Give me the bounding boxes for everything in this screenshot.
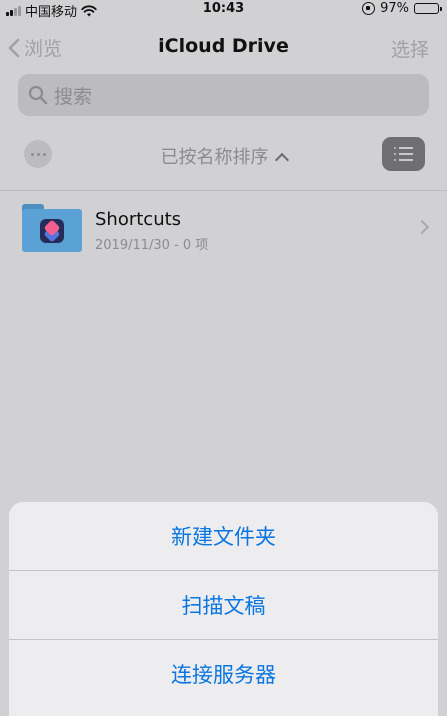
folder-shortcuts-icon	[22, 204, 82, 252]
search-field[interactable]: 搜索	[18, 74, 429, 116]
sort-label: 已按名称排序	[160, 147, 269, 168]
search-icon	[28, 85, 48, 105]
file-row-shortcuts[interactable]: Shortcuts 2019/11/30 - 0 项	[0, 198, 447, 260]
page-title: iCloud Drive	[158, 35, 289, 57]
action-sheet: 新建文件夹 扫描文稿 连接服务器	[9, 502, 438, 716]
divider	[0, 190, 447, 191]
chevron-right-icon	[414, 219, 430, 235]
select-button[interactable]: 选择	[391, 35, 429, 62]
orientation-lock-icon	[362, 2, 376, 15]
list-view-button[interactable]	[382, 137, 425, 171]
new-folder-button[interactable]: 新建文件夹	[9, 502, 438, 570]
file-meta: 2019/11/30 - 0 项	[95, 238, 209, 253]
shortcuts-app-icon	[40, 219, 64, 243]
chevron-up-icon	[274, 152, 289, 168]
sort-control[interactable]: 已按名称排序	[0, 143, 447, 169]
battery-icon	[414, 3, 442, 14]
battery-percent: 97%	[380, 1, 409, 16]
scan-documents-button[interactable]: 扫描文稿	[9, 571, 438, 639]
status-bar: 中国移动 10:43 97%	[0, 0, 447, 20]
search-placeholder: 搜索	[54, 85, 93, 108]
navigation-bar: 浏览 iCloud Drive 选择	[0, 26, 447, 66]
file-name: Shortcuts	[95, 209, 182, 230]
connect-server-button[interactable]: 连接服务器	[9, 640, 438, 708]
